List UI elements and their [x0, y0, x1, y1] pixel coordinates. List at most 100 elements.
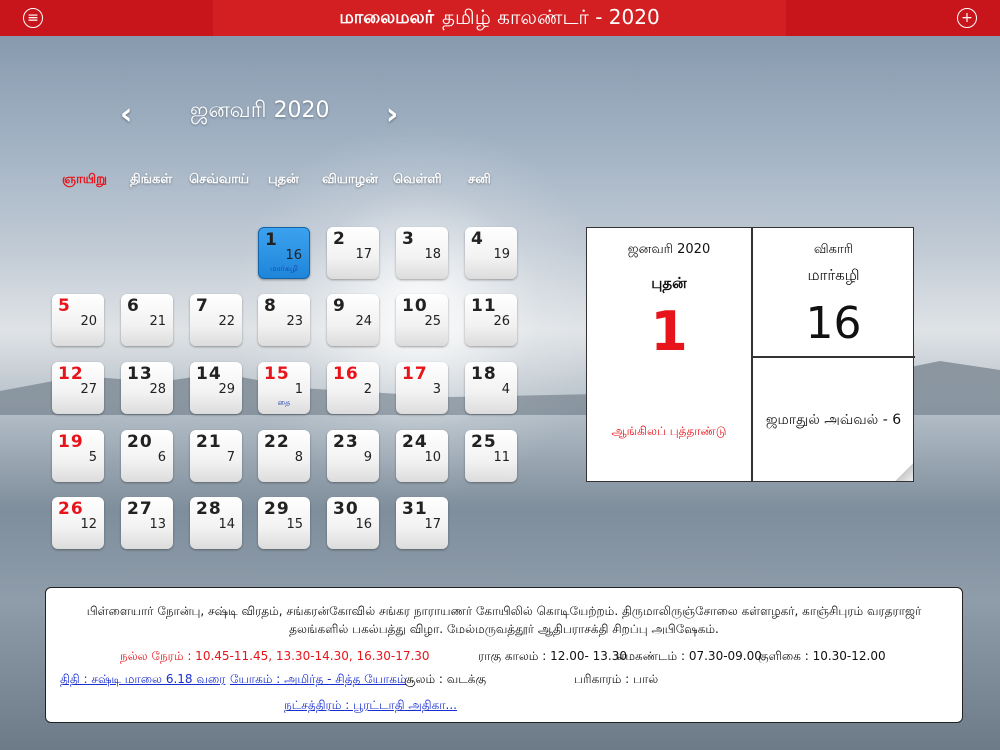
- emagandam: எமகண்டம் : 07.30-09.00: [616, 649, 762, 663]
- weekday-label: புதன்: [268, 172, 299, 187]
- day-cell[interactable]: 29 15: [258, 497, 310, 549]
- tamil-date: 24: [355, 314, 372, 329]
- day-cell[interactable]: 25 11: [465, 430, 517, 482]
- gregorian-date: 5: [58, 296, 71, 316]
- gregorian-date: 24: [402, 432, 428, 452]
- tamil-month-label: மார்கழி: [270, 264, 298, 273]
- add-icon[interactable]: +: [957, 8, 977, 28]
- tamil-date: 15: [286, 517, 303, 532]
- gregorian-date: 19: [58, 432, 84, 452]
- weekday-label: திங்கள்: [130, 172, 173, 187]
- day-cell[interactable]: 10 25: [396, 294, 448, 346]
- tamil-date: 4: [501, 382, 510, 397]
- day-cell[interactable]: 13 28: [121, 362, 173, 414]
- divider: [751, 356, 915, 358]
- day-cell[interactable]: 24 10: [396, 430, 448, 482]
- gregorian-date: 12: [58, 364, 84, 384]
- gregorian-date: 6: [127, 296, 140, 316]
- day-cell[interactable]: 17 3: [396, 362, 448, 414]
- day-cell[interactable]: 23 9: [327, 430, 379, 482]
- yogam-link[interactable]: யோகம் : அமிர்த - சித்த யோகம்: [230, 672, 407, 688]
- tamil-date: 16: [355, 517, 372, 532]
- tamil-date: 25: [424, 314, 441, 329]
- weekday-label: வியாழன்: [322, 172, 378, 187]
- tamil-date: 23: [286, 314, 303, 329]
- next-month-button[interactable]: ›: [386, 97, 398, 132]
- gregorian-date: 9: [333, 296, 346, 316]
- gregorian-date: 16: [333, 364, 359, 384]
- gregorian-date: 31: [402, 499, 428, 519]
- weekday-label: ஞாயிறு: [62, 172, 107, 187]
- brand-logo: மாலைமலர்: [339, 6, 435, 28]
- day-cell[interactable]: 8 23: [258, 294, 310, 346]
- day-cell[interactable]: 18 4: [465, 362, 517, 414]
- weekday-label: சனி: [468, 172, 491, 187]
- tamil-date: 5: [88, 450, 97, 465]
- gregorian-date: 20: [127, 432, 153, 452]
- day-cell[interactable]: 6 21: [121, 294, 173, 346]
- prev-month-button[interactable]: ‹: [120, 97, 132, 132]
- gregorian-date: 23: [333, 432, 359, 452]
- header-title: மாலைமலர் தமிழ் காலண்டர் - 2020: [213, 0, 786, 36]
- top-bar: ≡ மாலைமலர் தமிழ் காலண்டர் - 2020 +: [0, 0, 1000, 36]
- gregorian-date: 10: [402, 296, 428, 316]
- tamil-date: 29: [218, 382, 235, 397]
- day-cell[interactable]: 26 12: [52, 497, 104, 549]
- tamil-date: 11: [493, 450, 510, 465]
- gregorian-date: 3: [402, 229, 415, 249]
- day-cell[interactable]: 30 16: [327, 497, 379, 549]
- day-cell[interactable]: 28 14: [190, 497, 242, 549]
- gregorian-date: 13: [127, 364, 153, 384]
- thithi-link[interactable]: திதி : சஷ்டி மாலை 6.18 வரை: [60, 672, 225, 688]
- gregorian-date: 15: [264, 364, 290, 384]
- natchathiram-link[interactable]: நட்சத்திரம் : பூரட்டாதி அதிகா...: [284, 698, 457, 714]
- tamil-date: 9: [363, 450, 372, 465]
- detail-tamil-year: விகாரி: [813, 242, 854, 257]
- day-cell[interactable]: 12 27: [52, 362, 104, 414]
- day-cell[interactable]: 9 24: [327, 294, 379, 346]
- day-cell[interactable]: 15 1 தை: [258, 362, 310, 414]
- menu-icon[interactable]: ≡: [23, 8, 43, 28]
- detail-english-month: ஜனவரி 2020: [627, 242, 711, 257]
- day-cell[interactable]: 7 22: [190, 294, 242, 346]
- tamil-date: 22: [218, 314, 235, 329]
- tamil-date: 28: [149, 382, 166, 397]
- day-cell[interactable]: 19 5: [52, 430, 104, 482]
- tamil-date: 7: [226, 450, 235, 465]
- day-cell[interactable]: 11 26: [465, 294, 517, 346]
- day-cell[interactable]: 217: [327, 227, 379, 279]
- day-cell[interactable]: 1 16 மார்கழி: [258, 227, 310, 279]
- detail-weekday: புதன்: [651, 274, 687, 292]
- day-cell[interactable]: 20 6: [121, 430, 173, 482]
- day-cell[interactable]: 217: [190, 430, 242, 482]
- tamil-date: 19: [493, 247, 510, 262]
- gregorian-date: 1: [265, 230, 278, 250]
- day-cell[interactable]: 14 29: [190, 362, 242, 414]
- day-cell[interactable]: 4 19: [465, 227, 517, 279]
- day-cell[interactable]: 27 13: [121, 497, 173, 549]
- gregorian-date: 2: [333, 229, 346, 249]
- gregorian-date: 17: [402, 364, 428, 384]
- tamil-date: 14: [218, 517, 235, 532]
- tamil-date: 3: [432, 382, 441, 397]
- day-detail-panel: ஜனவரி 2020 புதன் 1 ஆங்கிலப் புத்தாண்டு வ…: [586, 227, 915, 482]
- detail-english-day: 1: [650, 300, 688, 363]
- gregorian-date: 8: [264, 296, 277, 316]
- day-cell[interactable]: 16 2: [327, 362, 379, 414]
- soolam: சூலம் : வடக்கு: [404, 672, 487, 686]
- tamil-month-label: தை: [277, 398, 291, 407]
- day-cell[interactable]: 5 20: [52, 294, 104, 346]
- festival-description: பிள்ளையார் நோன்பு, சஷ்டி விரதம், சங்கரன்…: [86, 604, 922, 636]
- day-cell[interactable]: 3 18: [396, 227, 448, 279]
- day-cell[interactable]: 22 8: [258, 430, 310, 482]
- app-title: தமிழ் காலண்டர் - 2020: [442, 4, 660, 29]
- detail-occasion: ஆங்கிலப் புத்தாண்டு: [611, 424, 727, 438]
- weekday-label: வெள்ளி: [393, 172, 442, 187]
- day-cell[interactable]: 31 17: [396, 497, 448, 549]
- gregorian-date: 14: [196, 364, 222, 384]
- weekday-label: செவ்வாய்: [189, 172, 250, 187]
- page-curl-icon[interactable]: [895, 463, 913, 481]
- gregorian-date: 11: [471, 296, 497, 316]
- gregorian-date: 18: [471, 364, 497, 384]
- month-title: ஜனவரி 2020: [190, 98, 330, 123]
